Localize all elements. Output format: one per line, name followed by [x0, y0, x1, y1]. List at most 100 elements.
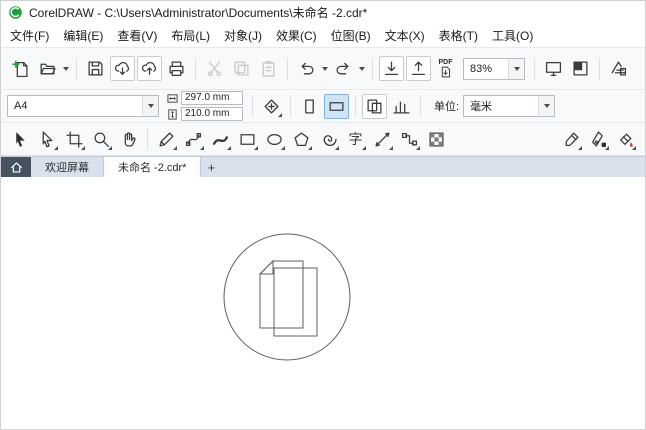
page-width-field[interactable]: 297.0 mm — [181, 91, 243, 105]
chevron-down-icon — [63, 66, 69, 71]
landscape-page-icon — [329, 101, 344, 111]
toolbox: 字 — [1, 122, 645, 156]
menu-layout[interactable]: 布局(L) — [164, 24, 217, 47]
fill-tool-button[interactable] — [613, 127, 638, 152]
menu-text[interactable]: 文本(X) — [378, 24, 432, 47]
export-button[interactable] — [406, 56, 431, 81]
menu-view[interactable]: 查看(V) — [110, 24, 164, 47]
corner-caret-icon — [227, 145, 231, 150]
connector-tool-button[interactable] — [397, 127, 422, 152]
undo-dropdown-button[interactable] — [320, 56, 330, 81]
print-button[interactable] — [164, 56, 189, 81]
dimension-tool-button[interactable] — [370, 127, 395, 152]
drawing-objects[interactable] — [211, 229, 371, 389]
freehand-tool-button[interactable] — [154, 127, 179, 152]
rectangle-tool-button[interactable] — [235, 127, 260, 152]
current-page-button[interactable] — [362, 93, 387, 119]
chevron-down-icon — [359, 66, 365, 71]
undo-button[interactable] — [294, 56, 319, 81]
portrait-button[interactable] — [297, 94, 322, 119]
tab-document-untitled-2[interactable]: 未命名 -2.cdr* — [104, 157, 202, 177]
open-dropdown-button[interactable] — [61, 56, 71, 81]
drawing-canvas[interactable] — [1, 177, 645, 429]
menu-table[interactable]: 表格(T) — [432, 24, 485, 47]
portrait-page-icon — [305, 98, 314, 114]
menu-object[interactable]: 对象(J) — [217, 24, 269, 47]
zoom-tool-button[interactable] — [89, 127, 114, 152]
menu-tools[interactable]: 工具(O) — [485, 24, 540, 47]
page-fold-shape[interactable] — [258, 259, 274, 275]
copy-button[interactable] — [229, 56, 254, 81]
transparency-checkerboard-icon — [429, 131, 444, 147]
paste-button[interactable] — [256, 56, 281, 81]
pan-tool-button[interactable] — [116, 127, 141, 152]
document-tab-bar: 欢迎屏幕 未命名 -2.cdr* + — [1, 156, 645, 177]
chevron-down-icon — [147, 104, 154, 108]
menu-file[interactable]: 文件(F) — [3, 24, 56, 47]
menu-edit[interactable]: 编辑(E) — [56, 24, 110, 47]
transparency-tool-button[interactable] — [424, 127, 449, 152]
all-pages-button[interactable] — [389, 94, 414, 119]
page-size-dropdown-button[interactable] — [142, 96, 158, 116]
view-mode-button[interactable] — [568, 56, 593, 81]
import-button[interactable] — [379, 56, 404, 81]
crop-tool-button[interactable] — [62, 127, 87, 152]
tab-label: 欢迎屏幕 — [45, 162, 89, 174]
page-height-field[interactable]: 210.0 mm — [181, 107, 243, 121]
fullscreen-preview-button[interactable] — [541, 56, 566, 81]
open-document-button[interactable] — [35, 56, 60, 81]
undo-icon — [301, 62, 314, 75]
menu-bitmaps[interactable]: 位图(B) — [324, 24, 378, 47]
units-value: 毫米 — [470, 101, 493, 113]
page-front-shape[interactable] — [259, 260, 304, 329]
artistic-media-tool-button[interactable] — [208, 127, 233, 152]
chevron-down-icon — [322, 66, 328, 71]
open-from-cloud-button[interactable] — [110, 56, 135, 81]
new-document-button[interactable] — [8, 56, 33, 81]
save-button[interactable] — [83, 56, 108, 81]
zoom-level-value: 83% — [470, 62, 493, 75]
welcome-home-button[interactable] — [1, 157, 31, 177]
new-tab-button[interactable]: + — [201, 157, 221, 177]
ellipse-tool-button[interactable] — [262, 127, 287, 152]
landscape-button[interactable] — [324, 93, 349, 119]
polygon-tool-button[interactable] — [289, 127, 314, 152]
zoom-level-combo[interactable]: 83% — [463, 57, 525, 80]
toolbar-separator — [599, 57, 600, 80]
page-size-preset-combo[interactable]: A4 — [7, 95, 159, 117]
corner-caret-icon — [389, 145, 393, 150]
eyedropper-tool-button[interactable] — [559, 127, 584, 152]
text-tool-button[interactable]: 字 — [343, 127, 368, 152]
circle-shape[interactable] — [223, 233, 351, 361]
page-back-shape[interactable] — [273, 267, 318, 337]
corner-caret-icon — [254, 145, 258, 150]
save-to-cloud-button[interactable] — [137, 56, 162, 81]
pan-hand-icon — [124, 131, 136, 147]
pick-tool-button[interactable] — [8, 127, 33, 152]
spiral-tool-button[interactable] — [316, 127, 341, 152]
corner-caret-icon — [200, 145, 204, 150]
new-document-icon — [12, 60, 28, 77]
tab-welcome-screen[interactable]: 欢迎屏幕 — [31, 157, 104, 177]
units-combo[interactable]: 毫米 — [463, 95, 556, 117]
bezier-tool-button[interactable] — [181, 127, 206, 152]
zoom-dropdown-button[interactable] — [508, 58, 524, 79]
outline-pen-tool-button[interactable] — [586, 127, 611, 152]
redo-dropdown-button[interactable] — [357, 56, 367, 81]
save-floppy-icon — [88, 61, 103, 76]
units-dropdown-button[interactable] — [538, 96, 555, 116]
page-height-icon — [168, 108, 177, 120]
app-launcher-button[interactable] — [606, 56, 631, 81]
cut-button[interactable] — [202, 56, 227, 81]
toolbar-separator — [147, 128, 148, 150]
publish-pdf-button[interactable]: PDF — [433, 56, 458, 81]
toolbar-separator — [195, 57, 196, 80]
nudge-offset-button[interactable] — [259, 94, 284, 119]
menu-effects[interactable]: 效果(C) — [269, 24, 324, 47]
title-bar: CorelDRAW - C:\Users\Administrator\Docum… — [1, 1, 645, 23]
shape-tool-button[interactable] — [35, 127, 60, 152]
toolbar-separator — [355, 95, 356, 117]
pick-tool-icon — [16, 131, 25, 147]
redo-button[interactable] — [331, 56, 356, 81]
corner-caret-icon — [281, 145, 285, 150]
